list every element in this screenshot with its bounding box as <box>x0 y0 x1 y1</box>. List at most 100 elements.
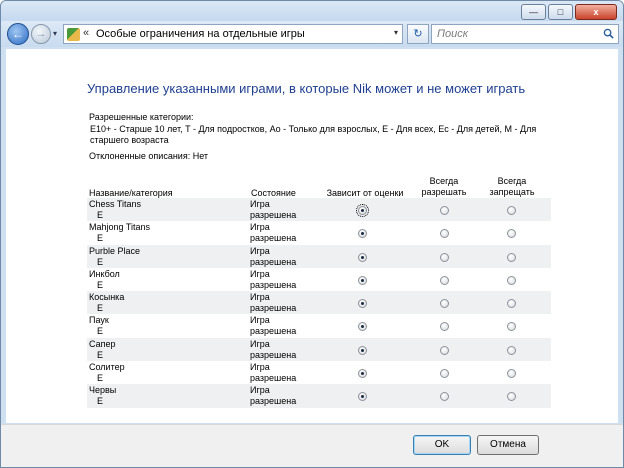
table-row: Инкбол E Игра разрешена <box>87 268 551 291</box>
always-allow-radio[interactable] <box>440 206 449 215</box>
allowed-categories-label: Разрешенные категории: <box>89 112 194 122</box>
address-bar[interactable]: « Особые ограничения на отдельные игры ▾ <box>63 24 403 44</box>
table-row: Mahjong Titans E Игра разрешена <box>87 221 551 244</box>
page-title: Управление указанными играми, в которые … <box>87 81 526 96</box>
game-name: Косынка <box>89 292 125 303</box>
game-state: Игра разрешена <box>250 385 297 407</box>
game-name: Инкбол <box>89 268 120 279</box>
dialog-footer: OK Отмена <box>1 424 623 467</box>
game-name: Паук <box>89 315 109 326</box>
ok-button[interactable]: OK <box>413 435 471 455</box>
table-row: Chess Titans E Игра разрешена <box>87 198 551 222</box>
game-rating: E <box>97 396 104 407</box>
game-state: Игра разрешена <box>250 245 297 267</box>
always-allow-radio[interactable] <box>440 392 449 402</box>
address-dropdown-icon[interactable]: ▾ <box>394 28 398 37</box>
content-area: Управление указанными играми, в которые … <box>6 49 618 423</box>
always-block-radio[interactable] <box>507 369 516 379</box>
always-block-radio[interactable] <box>507 206 516 215</box>
maximize-button[interactable]: □ <box>548 4 573 20</box>
back-button[interactable]: ← <box>7 23 29 45</box>
always-block-radio[interactable] <box>507 299 516 309</box>
always-allow-radio[interactable] <box>440 275 449 285</box>
always-block-radio[interactable] <box>507 392 516 402</box>
column-header-always-allow: Всегда разрешать <box>421 176 467 197</box>
game-name: Purble Place <box>89 245 141 256</box>
game-name: Червы <box>89 385 117 396</box>
game-rating: E <box>97 279 104 290</box>
forward-button[interactable]: → <box>31 24 51 44</box>
game-name-cell: Солитер E <box>89 362 125 384</box>
always-allow-radio[interactable] <box>440 322 449 332</box>
table-row: Червы E Игра разрешена <box>87 384 551 408</box>
search-input[interactable]: Поиск <box>431 24 619 44</box>
depends-radio[interactable] <box>358 275 367 285</box>
game-rating: E <box>97 349 104 360</box>
navigation-bar: ← → ▾ « Особые ограничения на отдельные … <box>1 21 623 47</box>
always-block-radio[interactable] <box>507 275 516 285</box>
title-bar: — □ x <box>1 1 623 23</box>
depends-radio[interactable] <box>358 369 367 379</box>
game-state: Игра разрешена <box>250 292 297 314</box>
table-row: Сапер E Игра разрешена <box>87 337 551 362</box>
table-row: Солитер E Игра разрешена <box>87 361 551 384</box>
game-rating: E <box>97 303 104 314</box>
game-name-cell: Chess Titans E <box>89 199 141 221</box>
game-name-cell: Инкбол E <box>89 269 120 291</box>
minimize-button[interactable]: — <box>521 4 546 20</box>
game-name: Солитер <box>89 362 125 373</box>
game-name: Chess Titans <box>89 199 142 209</box>
game-name-cell: Сапер E <box>89 339 116 361</box>
always-block-radio[interactable] <box>507 322 516 332</box>
game-name: Mahjong Titans <box>89 222 151 233</box>
game-name-cell: Purble Place E <box>89 246 140 268</box>
always-allow-radio[interactable] <box>440 229 449 239</box>
game-name-cell: Косынка E <box>89 292 124 314</box>
parental-controls-window: — □ x ← → ▾ « Особые ограничения на отде… <box>0 0 624 468</box>
always-block-radio[interactable] <box>507 229 516 239</box>
game-name-cell: Mahjong Titans E <box>89 222 150 244</box>
always-allow-radio[interactable] <box>440 345 449 355</box>
game-rating: E <box>97 326 104 337</box>
search-icon[interactable] <box>603 28 614 39</box>
always-block-radio[interactable] <box>507 345 516 355</box>
always-allow-radio[interactable] <box>440 252 449 262</box>
breadcrumb-overflow[interactable]: « <box>83 27 89 39</box>
table-row: Purble Place E Игра разрешена <box>87 244 551 268</box>
game-name: Сапер <box>89 338 116 349</box>
depends-radio[interactable] <box>358 322 367 332</box>
game-rating: E <box>97 210 104 220</box>
game-rating: E <box>97 233 104 244</box>
depends-radio[interactable] <box>358 299 367 309</box>
game-state: Игра разрешена <box>250 222 297 244</box>
games-table: Chess Titans E Игра разрешена Mahjong Titan… <box>87 198 551 408</box>
window-controls: — □ x <box>521 4 617 20</box>
depends-radio[interactable] <box>358 252 367 262</box>
control-panel-icon <box>67 28 80 41</box>
breadcrumb-current[interactable]: Особые ограничения на отдельные игры <box>96 28 305 40</box>
game-state: Игра разрешена <box>250 315 297 337</box>
game-rating: E <box>97 373 104 384</box>
rejected-descriptors: Отклоненные описания: Нет <box>89 151 209 161</box>
game-rating: E <box>97 256 104 267</box>
recent-pages-dropdown-icon[interactable]: ▾ <box>53 29 57 38</box>
table-row: Паук E Игра разрешена <box>87 314 551 337</box>
column-header-always-block: Всегда запрещать <box>489 176 535 197</box>
game-name-cell: Паук E <box>89 315 109 337</box>
always-block-radio[interactable] <box>507 252 516 262</box>
always-allow-radio[interactable] <box>440 299 449 309</box>
game-state: Игра разрешена <box>250 362 297 384</box>
refresh-button[interactable]: ↻ <box>407 24 429 44</box>
depends-radio[interactable] <box>356 204 369 217</box>
game-state: Игра разрешена <box>250 268 297 290</box>
cancel-button[interactable]: Отмена <box>477 435 539 455</box>
search-placeholder: Поиск <box>437 28 468 40</box>
game-state: Игра разрешена <box>250 338 297 360</box>
depends-radio[interactable] <box>358 345 367 355</box>
allowed-categories-text: E10+ - Старше 10 лет, T - Для подростков… <box>90 124 537 145</box>
always-allow-radio[interactable] <box>440 369 449 379</box>
close-button[interactable]: x <box>575 4 617 20</box>
depends-radio[interactable] <box>358 392 367 402</box>
game-state: Игра разрешена <box>250 199 297 220</box>
depends-radio[interactable] <box>358 229 367 239</box>
